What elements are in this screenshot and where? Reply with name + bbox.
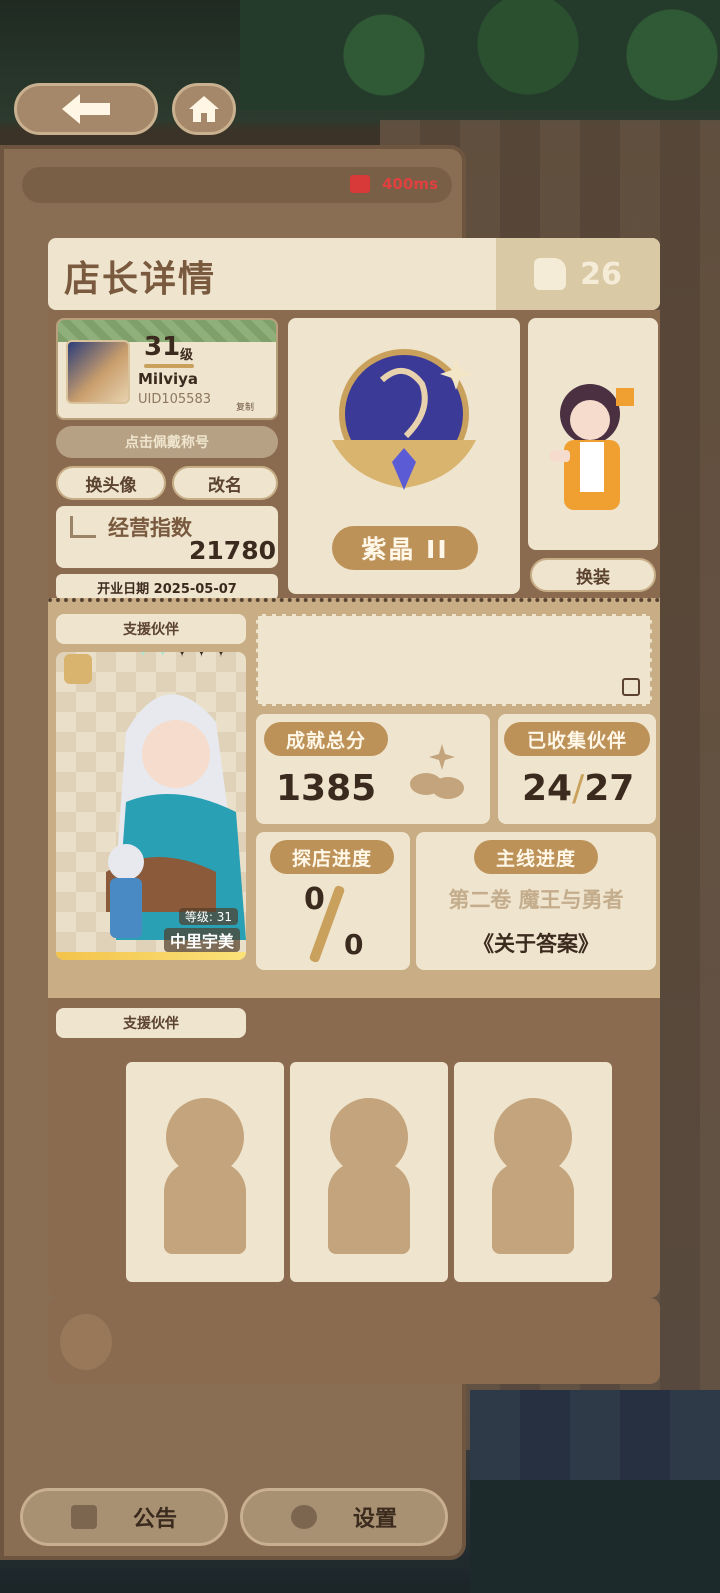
partner-level: 等级: 31 (178, 908, 238, 925)
equip-title-button[interactable]: 点击佩戴称号 (56, 426, 278, 458)
character-preview (528, 318, 658, 550)
notice-button[interactable]: 公告 (20, 1488, 228, 1546)
rank-name: 紫晶 II (332, 526, 478, 570)
main-label: 主线进度 (474, 840, 598, 874)
level-underline (144, 364, 194, 368)
player-name: Milviya (138, 370, 199, 388)
collected-value: 24 (522, 768, 573, 809)
empty-slot-body-icon (328, 1162, 410, 1254)
signal-icon (350, 175, 370, 193)
player-uid: UID105583 (138, 392, 211, 407)
business-index: 经营指数 21780 (56, 506, 278, 568)
collected-label: 已收集伙伴 (504, 722, 650, 756)
partner-rarity-bar (56, 952, 246, 960)
card-header: 店长详情 26 (48, 238, 660, 310)
support-partner-card[interactable]: ✦✦✦✦✦ 等级: 31 中里宇美 (56, 652, 246, 960)
rank-panel: 紫晶 II (288, 318, 520, 594)
level-unit: 级 (180, 348, 194, 363)
main-story-progress: 主线进度 第二卷 魔王与勇者 《关于答案》 (416, 832, 656, 970)
empty-slot-body-icon (164, 1162, 246, 1254)
signature-box[interactable] (256, 614, 652, 706)
thumbs-up-icon (534, 258, 567, 290)
support-partner-label: 支援伙伴 (56, 614, 246, 644)
chart-icon (70, 516, 96, 538)
back-arrow-icon (62, 94, 110, 124)
visit-progress: 探店进度 0 0 (256, 832, 410, 970)
visit-total: 0 (344, 928, 364, 961)
achievement-score: 成就总分 1385 (256, 714, 490, 824)
copy-uid-button[interactable]: 复制 (236, 400, 254, 413)
partner-stars: ✦✦✦✦✦ (134, 652, 231, 663)
visit-done: 0 (304, 882, 325, 917)
support-slot-3[interactable] (454, 1062, 612, 1282)
background-floor (470, 1390, 720, 1480)
coin-bar (48, 1298, 660, 1384)
edit-icon[interactable] (622, 678, 640, 696)
change-avatar-button[interactable]: 换头像 (56, 466, 166, 500)
achievement-label: 成就总分 (264, 722, 388, 756)
profile-section: 31 级 Milviya UID105583 复制 点击佩戴称号 换头像 改名 … (48, 310, 660, 600)
change-outfit-button[interactable]: 换装 (530, 558, 656, 592)
player-profile: 31 级 Milviya UID105583 复制 (56, 318, 278, 420)
business-index-value: 21780 (189, 536, 276, 565)
collected-total: 27 (584, 768, 635, 809)
coffee-bean-icon (410, 744, 464, 799)
main-quest: 《关于答案》 (473, 932, 599, 956)
support-slot-2[interactable] (290, 1062, 448, 1282)
empty-slot-body-icon (492, 1162, 574, 1254)
notice-icon (70, 1505, 97, 1529)
rename-button[interactable]: 改名 (172, 466, 278, 500)
background-trees (240, 0, 720, 110)
collected-slash: / (572, 768, 585, 809)
voice-icon[interactable] (64, 654, 92, 684)
network-status-bar: 400ms (22, 167, 452, 203)
like-button[interactable]: 26 (496, 238, 660, 310)
settings-button[interactable]: 设置 (240, 1488, 448, 1546)
background-water (470, 1480, 720, 1593)
home-button[interactable] (172, 83, 236, 135)
character-sprite (550, 384, 634, 510)
manager-details-card: 店长详情 26 31 级 Milviya UID105583 复制 点击佩戴称号… (48, 238, 660, 1384)
main-chapter: 第二卷 魔王与勇者 (448, 888, 624, 912)
rank-emblem-icon (332, 349, 476, 490)
player-level: 31 (144, 332, 181, 362)
support-slots-label: 支援伙伴 (56, 1008, 246, 1038)
like-count: 26 (580, 256, 622, 292)
back-button[interactable] (14, 83, 158, 135)
coffee-bean-icon (60, 1314, 112, 1370)
gear-icon (290, 1505, 317, 1529)
support-slots-section: 支援伙伴 (48, 998, 660, 1298)
avatar[interactable] (66, 340, 130, 404)
partner-name: 中里宇美 (163, 928, 240, 952)
support-slot-1[interactable] (126, 1062, 284, 1282)
stats-section: 支援伙伴 ✦✦✦✦✦ 等级: 31 中里宇美 成就总分 1385 (48, 598, 660, 998)
page-title: 店长详情 (64, 259, 217, 300)
partner-portrait (106, 694, 246, 940)
home-icon (189, 96, 219, 122)
visit-label: 探店进度 (270, 840, 394, 874)
collected-partners: 已收集伙伴 24/27 (498, 714, 656, 824)
notice-label: 公告 (132, 1507, 177, 1532)
business-index-label: 经营指数 (108, 516, 192, 540)
ping-value: 400ms (382, 175, 438, 193)
open-date: 开业日期 2025-05-07 (56, 574, 278, 600)
achievement-value: 1385 (276, 768, 377, 809)
settings-label: 设置 (352, 1507, 397, 1532)
